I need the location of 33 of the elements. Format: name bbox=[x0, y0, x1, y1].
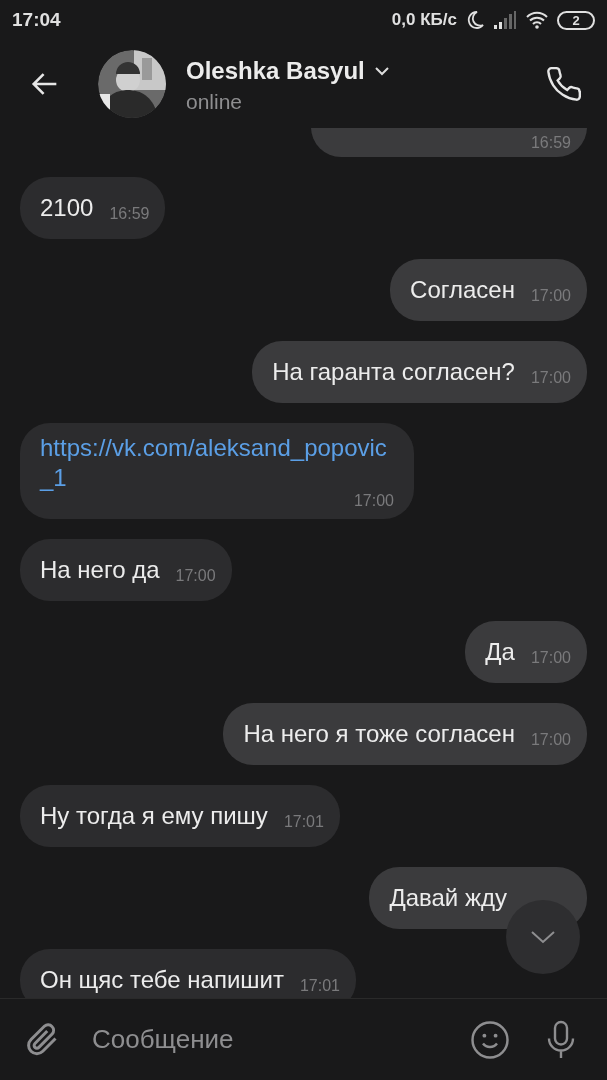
message-text: На него я тоже согласен bbox=[243, 719, 515, 749]
message-text: На него да bbox=[40, 555, 160, 585]
message-text: 2100 bbox=[40, 193, 94, 223]
message-input[interactable]: Сообщение bbox=[92, 1020, 469, 1059]
chevron-down-icon bbox=[529, 929, 557, 945]
message-time: 16:59 bbox=[109, 204, 150, 224]
moon-icon bbox=[465, 10, 485, 30]
message-time: 17:00 bbox=[175, 566, 216, 586]
network-speed: 0,0 КБ/с bbox=[391, 9, 457, 32]
signal-icon bbox=[493, 10, 517, 30]
message-time: 17:00 bbox=[530, 648, 571, 668]
message-time: 17:00 bbox=[530, 730, 571, 750]
message-link[interactable]: https://vk.com/aleksand_popovic_1 bbox=[40, 433, 394, 493]
emoji-icon[interactable] bbox=[469, 1018, 511, 1061]
wifi-icon bbox=[525, 10, 549, 30]
message-text: Давай жду bbox=[389, 883, 507, 913]
message-time: 17:01 bbox=[299, 976, 340, 996]
message-text: Да bbox=[485, 637, 515, 667]
battery-indicator: 2 bbox=[557, 10, 595, 30]
contact-status: online bbox=[186, 88, 244, 115]
message-text: Ну тогда я ему пишу bbox=[40, 801, 268, 831]
status-time: 17:04 bbox=[12, 7, 61, 32]
message-time: 17:00 bbox=[353, 493, 394, 509]
contact-name[interactable]: Oleshka Basyul bbox=[186, 52, 365, 89]
message-time: 16:59 bbox=[530, 133, 571, 153]
chevron-down-icon[interactable] bbox=[372, 64, 391, 77]
message-time: 17:00 bbox=[530, 286, 571, 306]
message-text: Согласен bbox=[410, 275, 515, 305]
message-time: 17:00 bbox=[530, 368, 571, 388]
message-time: 17:01 bbox=[283, 812, 324, 832]
message-text: Он щяс тебе напишит bbox=[40, 965, 284, 995]
message-text: На гаранта согласен? bbox=[272, 357, 515, 387]
phone-icon[interactable] bbox=[545, 65, 583, 103]
